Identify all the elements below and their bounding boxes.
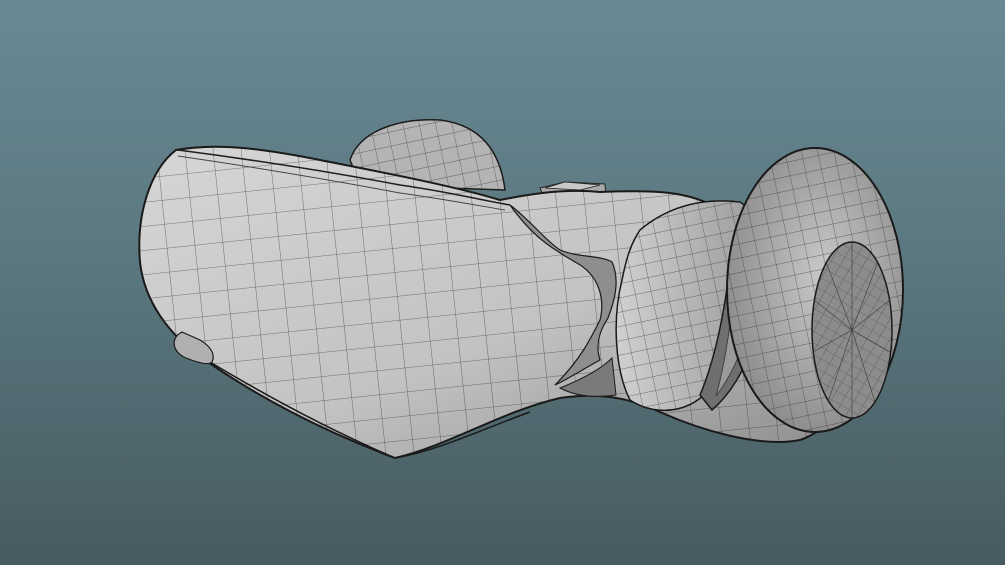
mesh-render [138, 119, 904, 460]
3d-viewport[interactable] [0, 0, 1005, 565]
